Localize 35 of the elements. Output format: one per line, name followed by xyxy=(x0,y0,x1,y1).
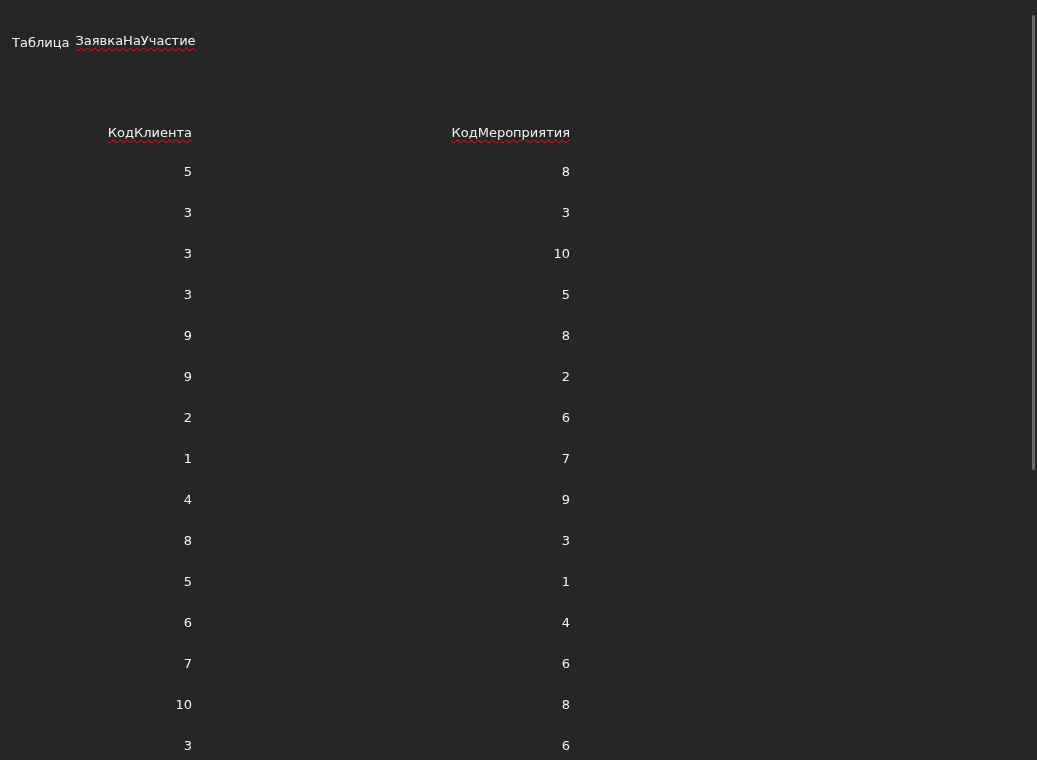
table-cell: 4 xyxy=(561,614,570,630)
column-header: КодМероприятия xyxy=(451,124,570,142)
table-cell: 5 xyxy=(183,573,192,589)
table-cell: 6 xyxy=(561,655,570,671)
table-cell: 7 xyxy=(183,655,192,671)
table-cell: 9 xyxy=(183,368,192,384)
table-cell: 2 xyxy=(561,368,570,384)
table-cell: 7 xyxy=(561,450,570,466)
document-label: Таблица xyxy=(12,34,70,52)
table-cell: 3 xyxy=(561,204,570,220)
table-cell: 6 xyxy=(561,409,570,425)
table-cell: 10 xyxy=(175,696,192,712)
table-cell: 8 xyxy=(561,327,570,343)
table-cell: 9 xyxy=(183,327,192,343)
table-cell: 2 xyxy=(183,409,192,425)
table-cell: 6 xyxy=(561,737,570,753)
table-cell: 8 xyxy=(183,532,192,548)
table-cell: 3 xyxy=(183,204,192,220)
table-cell: 6 xyxy=(183,614,192,630)
table-cell: 3 xyxy=(183,286,192,302)
column-header: КодКлиента xyxy=(107,124,192,142)
table-cell: 10 xyxy=(553,245,570,261)
table-name: ЗаявкаНаУчастие xyxy=(75,33,196,50)
table-cell: 5 xyxy=(561,286,570,302)
table-cell: 5 xyxy=(183,163,192,179)
table-cell: 1 xyxy=(561,573,570,589)
scrollbar-thumb[interactable] xyxy=(1032,15,1035,470)
table-cell: 3 xyxy=(183,245,192,261)
table-cell: 8 xyxy=(561,163,570,179)
table-cell: 8 xyxy=(561,696,570,712)
table-cell: 9 xyxy=(561,491,570,507)
table-cell: 3 xyxy=(561,532,570,548)
table-cell: 4 xyxy=(183,491,192,507)
table-cell: 1 xyxy=(183,450,192,466)
table-cell: 3 xyxy=(183,737,192,753)
